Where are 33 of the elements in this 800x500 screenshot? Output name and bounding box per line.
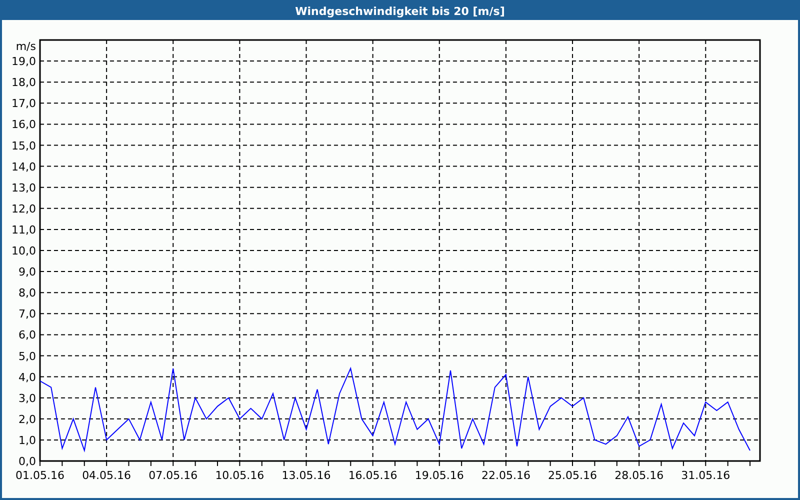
x-tick-label: 31.05.16 <box>681 469 730 482</box>
y-tick-label: 17,0 <box>12 97 36 110</box>
x-tick-label: 10.05.16 <box>215 469 264 482</box>
x-tick-label: 28.05.16 <box>614 469 664 482</box>
x-tick-label: 25.05.16 <box>548 469 597 482</box>
x-tick-label: 01.05.16 <box>16 469 64 482</box>
y-tick-label: 18,0 <box>12 76 36 90</box>
y-tick-label: 10,0 <box>12 244 36 258</box>
y-tick-label: 4,0 <box>18 370 36 384</box>
x-tick-label: 13.05.16 <box>282 469 331 482</box>
y-tick-label: 6,0 <box>18 328 36 342</box>
x-tick-label: 04.05.16 <box>82 469 132 482</box>
y-tick-label: 8,0 <box>18 286 36 300</box>
y-tick-label: 12,0 <box>12 202 36 216</box>
y-tick-label: 16,0 <box>12 118 36 132</box>
y-tick-label: 2,0 <box>18 412 36 426</box>
x-tick-label: 19.05.16 <box>414 469 464 482</box>
x-tick-label: 07.05.16 <box>148 469 198 482</box>
y-tick-label: 9,0 <box>18 266 36 279</box>
y-tick-label: 13,0 <box>12 181 36 194</box>
y-axis-label: m/s <box>16 40 36 53</box>
window-title: Windgeschwindigkeit bis 20 [m/s] <box>295 6 505 16</box>
y-tick-label: 3,0 <box>18 392 36 405</box>
y-tick-label: 14,0 <box>12 160 36 174</box>
y-tick-label: 1,0 <box>18 434 36 447</box>
y-tick-label: 11,0 <box>12 223 36 236</box>
y-tick-label: 19,0 <box>12 55 36 68</box>
x-tick-label: 22.05.16 <box>481 469 530 482</box>
x-tick-label: 16.05.16 <box>348 469 398 482</box>
y-tick-label: 15,0 <box>12 139 36 152</box>
y-tick-label: 5,0 <box>18 350 36 363</box>
y-tick-label: 0,0 <box>18 455 36 468</box>
y-tick-label: 7,0 <box>18 308 36 321</box>
